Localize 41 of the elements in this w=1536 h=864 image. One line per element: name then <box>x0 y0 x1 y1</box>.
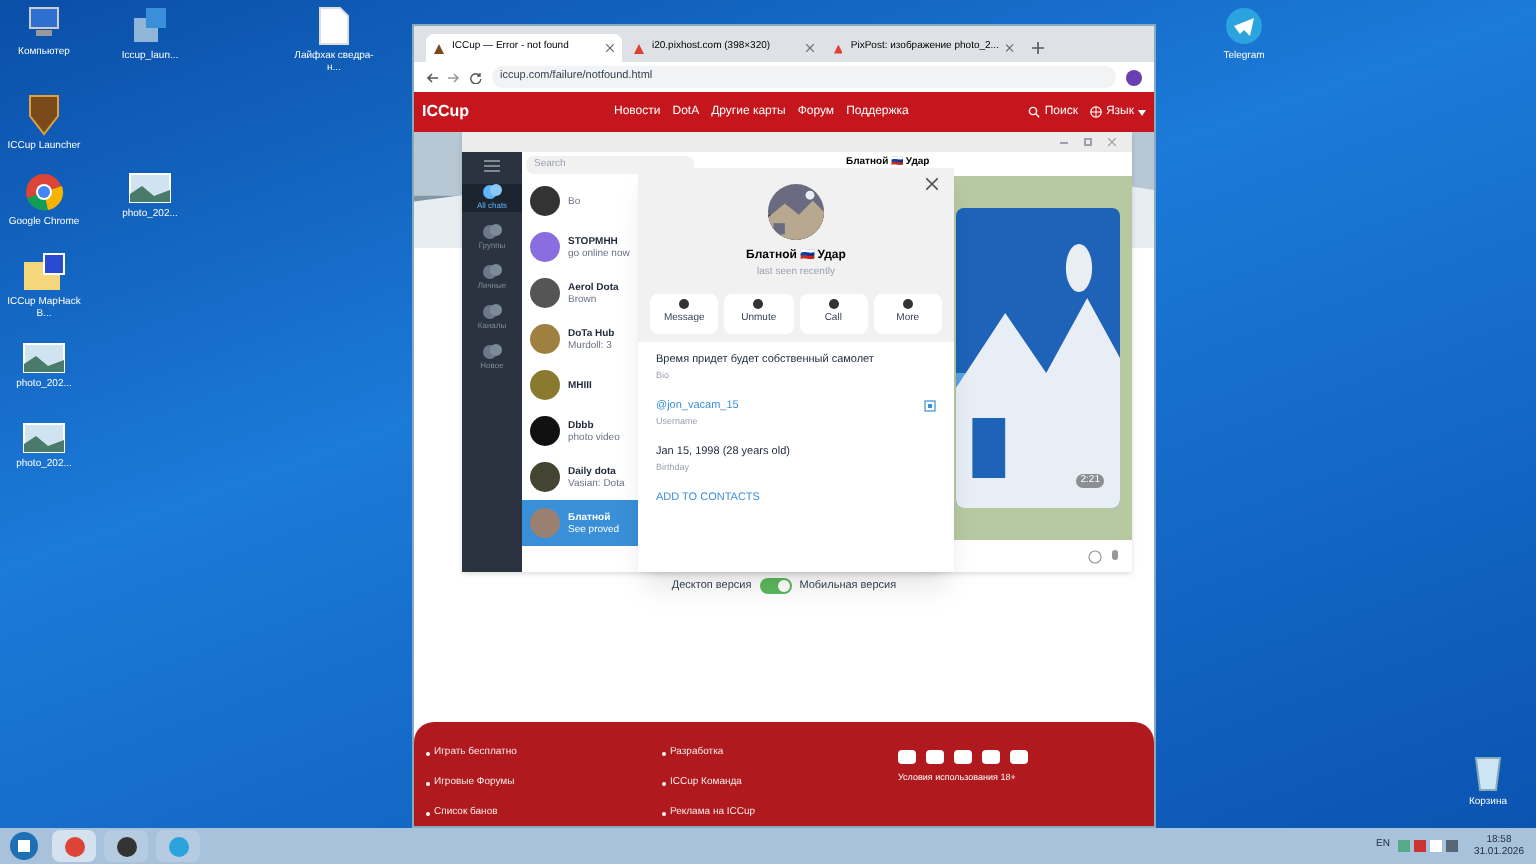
close-tab-icon[interactable] <box>606 44 614 52</box>
site-favicon-icon <box>634 43 644 53</box>
chat-bubbles-icon <box>482 264 502 280</box>
avatar-icon <box>530 278 560 308</box>
avatar-icon <box>530 416 560 446</box>
taskbar-app[interactable] <box>52 830 96 862</box>
avatar-icon <box>530 508 560 538</box>
photo-icon <box>22 422 66 454</box>
taskbar-app[interactable] <box>104 830 148 862</box>
new-tab-icon[interactable] <box>1032 42 1044 54</box>
recycle-bin-icon <box>1472 752 1504 792</box>
globe-icon <box>1089 106 1102 118</box>
shield-icon <box>26 92 62 136</box>
back-icon[interactable] <box>426 71 438 83</box>
qr-code-icon[interactable] <box>924 399 936 412</box>
avatar-icon <box>530 324 560 354</box>
profile-avatar-icon[interactable] <box>1126 69 1142 85</box>
photo-icon <box>22 342 66 374</box>
forward-icon[interactable] <box>448 71 460 83</box>
reload-icon[interactable] <box>470 71 482 83</box>
folder-icon <box>22 252 66 292</box>
installer-icon <box>130 6 170 46</box>
windows-start-button[interactable] <box>4 830 44 862</box>
site-favicon-icon <box>834 43 843 53</box>
avatar-icon <box>530 370 560 400</box>
close-tab-icon[interactable] <box>1006 44 1014 52</box>
computer-icon <box>24 6 64 42</box>
document-icon <box>318 6 350 46</box>
caret-icon[interactable] <box>1138 109 1146 115</box>
close-tab-icon[interactable] <box>806 44 814 52</box>
avatar-icon <box>530 462 560 492</box>
site-logo[interactable]: ICCup <box>422 100 602 124</box>
chat-bubbles-icon <box>482 304 502 320</box>
chat-bubbles-icon <box>482 344 502 360</box>
tray-icons[interactable] <box>1397 838 1458 854</box>
photo-icon <box>128 172 172 204</box>
search-icon[interactable] <box>1028 106 1041 118</box>
microphone-icon[interactable] <box>1110 549 1120 563</box>
emoji-icon[interactable] <box>1088 549 1102 563</box>
site-favicon-icon <box>434 43 444 53</box>
version-switch[interactable] <box>759 578 792 595</box>
